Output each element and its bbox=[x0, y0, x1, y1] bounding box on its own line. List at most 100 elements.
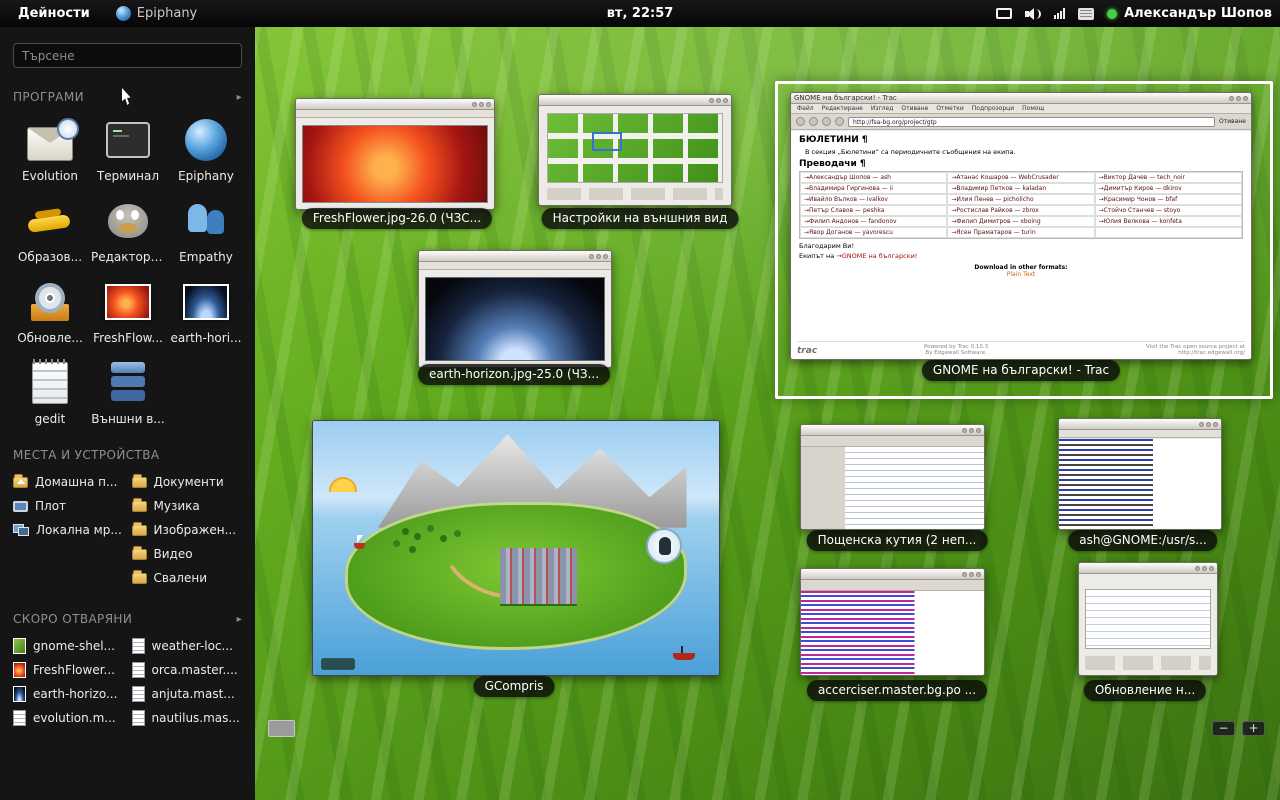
recent-item[interactable]: orca.master.... bbox=[132, 658, 243, 682]
recent-item[interactable]: evolution.m... bbox=[13, 706, 124, 730]
table-cell[interactable]: →Атанас Кошаров — WebCrusader bbox=[947, 172, 1094, 183]
table-cell[interactable]: →Ростислав Райков — zbrox bbox=[947, 205, 1094, 216]
app-item-earth-horizon[interactable]: earth-hori... bbox=[169, 276, 243, 345]
reload-icon[interactable] bbox=[822, 117, 831, 126]
table-cell[interactable] bbox=[1095, 227, 1242, 238]
user-menu[interactable]: Александър Шопов bbox=[1107, 6, 1272, 21]
table-cell[interactable]: →Юлия Велкова — konfeta bbox=[1095, 216, 1242, 227]
place-item-videos[interactable]: Видео bbox=[132, 542, 243, 566]
app-item-evolution[interactable]: Evolution bbox=[13, 114, 87, 183]
home-icon[interactable] bbox=[835, 117, 844, 126]
table-cell[interactable]: →Филип Андонов — fandonov bbox=[800, 216, 947, 227]
window-caption-trac: GNOME на български! - Trac bbox=[922, 360, 1120, 381]
workspace-4[interactable]: Пощенска кутия (2 неп... ash@GNOME:/usr/… bbox=[775, 404, 1273, 714]
workspace-1[interactable]: FreshFlower.jpg-26.0 (ЧЗС... Настройки н… bbox=[268, 86, 760, 396]
window-earth-image[interactable] bbox=[418, 250, 612, 368]
menu-tabs[interactable]: Подпрозорци bbox=[972, 105, 1014, 112]
workspace-2-active[interactable]: GNOME на български! - Trac Файл Редактир… bbox=[775, 81, 1273, 399]
recent-item[interactable]: earth-horizo... bbox=[13, 682, 124, 706]
recent-item[interactable]: FreshFlower... bbox=[13, 658, 124, 682]
table-cell[interactable]: →Илия Пенев — picholicho bbox=[947, 194, 1094, 205]
recent-expander-icon[interactable]: ▸ bbox=[237, 614, 242, 625]
place-item-local-network[interactable]: Локална мр... bbox=[13, 518, 124, 542]
volume-icon[interactable] bbox=[1025, 8, 1041, 20]
app-item-gedit[interactable]: gedit bbox=[13, 357, 87, 426]
programs-expander-icon[interactable]: ▸ bbox=[237, 92, 242, 103]
window-epiphany-trac[interactable]: GNOME на български! - Trac Файл Редактир… bbox=[790, 92, 1252, 360]
place-item-music[interactable]: Музика bbox=[132, 494, 243, 518]
recent-item[interactable]: gnome-shel... bbox=[13, 634, 124, 658]
places-title: МЕСТА И УСТРОЙСТВА bbox=[13, 448, 160, 462]
app-item-terminal[interactable]: Терминал bbox=[91, 114, 165, 183]
window-freshflower-image[interactable] bbox=[295, 98, 495, 210]
table-cell[interactable]: →Явор Доганов — yavorescu bbox=[800, 227, 947, 238]
clock[interactable]: вт, 22:57 bbox=[607, 6, 674, 21]
menu-go[interactable]: Отиване bbox=[901, 105, 928, 112]
place-item-pictures[interactable]: Изображен... bbox=[132, 518, 243, 542]
add-workspace-button[interactable]: + bbox=[1242, 721, 1265, 736]
recent-label: orca.master.... bbox=[152, 663, 238, 677]
workspace-3[interactable]: GCompris bbox=[268, 404, 760, 714]
app-item-updates[interactable]: Обновле... bbox=[13, 276, 87, 345]
app-item-freshflower[interactable]: FreshFlow... bbox=[91, 276, 165, 345]
app-item-epiphany[interactable]: Epiphany bbox=[169, 114, 243, 183]
app-item-gimp[interactable]: Редактор ... bbox=[91, 195, 165, 264]
address-bar[interactable]: http://fsa-bg.org/project/gtp bbox=[848, 117, 1215, 127]
app-item-empathy[interactable]: Empathy bbox=[169, 195, 243, 264]
team-text: Екипът на →GNOME на български! bbox=[799, 252, 1243, 260]
window-appearance-settings[interactable] bbox=[538, 94, 732, 206]
place-item-documents[interactable]: Документи bbox=[132, 470, 243, 494]
forward-icon[interactable] bbox=[809, 117, 818, 126]
wallpaper-grid bbox=[547, 113, 723, 183]
window-terminal[interactable] bbox=[1058, 418, 1222, 530]
keyboard-indicator-icon[interactable] bbox=[1078, 8, 1094, 20]
recent-item[interactable]: weather-loc... bbox=[132, 634, 243, 658]
table-cell[interactable]: →Ивайло Вълков — ivalkov bbox=[800, 194, 947, 205]
trac-wiki-page: БЮЛЕТИНИ ¶ В секция „Бюлетини“ са период… bbox=[791, 131, 1251, 359]
menu-file[interactable]: Файл bbox=[797, 105, 814, 112]
display-icon[interactable] bbox=[996, 8, 1012, 19]
editor-toolbar bbox=[801, 580, 984, 591]
remove-workspace-button[interactable]: − bbox=[1212, 721, 1235, 736]
mail-toolbar bbox=[801, 436, 984, 447]
go-button[interactable]: Отиване bbox=[1219, 118, 1246, 125]
trac-footer: trac Powered by Trac 0.10.3 By Edgewall … bbox=[797, 341, 1245, 356]
window-po-editor[interactable] bbox=[800, 568, 985, 676]
place-item-home[interactable]: Домашна п... bbox=[13, 470, 124, 494]
window-evolution-mail[interactable] bbox=[800, 424, 985, 530]
app-item-external-drives[interactable]: Външни в... bbox=[91, 357, 165, 426]
window-update-manager[interactable] bbox=[1078, 562, 1218, 676]
menu-view[interactable]: Изглед bbox=[871, 105, 894, 112]
network-icon bbox=[13, 524, 29, 536]
table-cell[interactable]: →Димитър Киров — dkirov bbox=[1095, 183, 1242, 194]
place-item-desktop[interactable]: Плот bbox=[13, 494, 124, 518]
table-cell[interactable]: →Стойчо Станчев — stoyo bbox=[1095, 205, 1242, 216]
back-icon[interactable] bbox=[796, 117, 805, 126]
table-cell[interactable]: →Александър Шопов — ash bbox=[800, 172, 947, 183]
network-signal-icon[interactable] bbox=[1054, 8, 1065, 19]
app-item-gcompris[interactable]: Образов... bbox=[13, 195, 87, 264]
table-cell[interactable]: →Виктор Дачев — tech_noir bbox=[1095, 172, 1242, 183]
menu-bookmarks[interactable]: Отметки bbox=[936, 105, 963, 112]
table-cell[interactable]: →Филип Димитров — xboing bbox=[947, 216, 1094, 227]
window-gcompris[interactable] bbox=[312, 420, 720, 676]
table-cell[interactable]: →Владимир Петков — kaladan bbox=[947, 183, 1094, 194]
document-icon bbox=[132, 710, 145, 726]
table-cell[interactable]: →Красимир Чонов — bfaf bbox=[1095, 194, 1242, 205]
table-cell[interactable]: →Владимира Гиргинова — ii bbox=[800, 183, 947, 194]
plain-text-link[interactable]: Plain Text bbox=[799, 271, 1243, 278]
activities-button[interactable]: Дейности bbox=[10, 3, 98, 24]
workspace-switcher-thumb[interactable] bbox=[268, 720, 295, 737]
recent-list: gnome-shel... FreshFlower... earth-horiz… bbox=[13, 634, 242, 730]
team-link[interactable]: →GNOME на български! bbox=[836, 252, 917, 260]
app-menu[interactable]: Epiphany bbox=[116, 6, 197, 21]
recent-item[interactable]: anjuta.mast... bbox=[132, 682, 243, 706]
table-cell[interactable]: →Ясен Праматаров — turin bbox=[947, 227, 1094, 238]
search-input[interactable] bbox=[13, 43, 242, 68]
menu-edit[interactable]: Редактиране bbox=[822, 105, 863, 112]
table-cell[interactable]: →Петър Славов — peshka bbox=[800, 205, 947, 216]
menu-help[interactable]: Помощ bbox=[1022, 105, 1044, 112]
recent-item[interactable]: nautilus.mas... bbox=[132, 706, 243, 730]
place-item-downloads[interactable]: Свалени bbox=[132, 566, 243, 590]
earth-photo-icon bbox=[183, 284, 229, 320]
